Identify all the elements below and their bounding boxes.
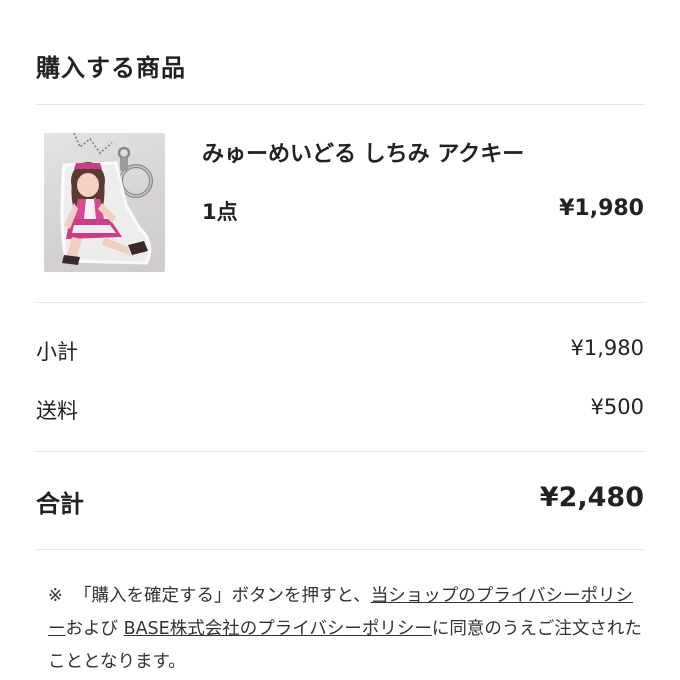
subtotal-value: ¥1,980 — [570, 336, 644, 360]
checkout-items-section: 購入する商品 みゅーめいどる しちみ アクキー 1点 ¥1,980 小計 ¥1,… — [0, 0, 680, 680]
product-quantity: 1点 — [202, 200, 238, 224]
subtotal-label: 小計 — [36, 340, 78, 364]
product-price: ¥1,980 — [559, 196, 644, 221]
privacy-notice: ※ 「購入を確定する」ボタンを押すと、当ショップのプライバシーポリシーおよび BA… — [48, 580, 648, 679]
acrylic-keychain-illustration — [60, 133, 153, 265]
notice-mark: ※ — [48, 586, 63, 606]
product-image — [44, 133, 165, 272]
notice-text-2: および — [65, 619, 124, 639]
section-title: 購入する商品 — [36, 54, 186, 82]
total-value: ¥2,480 — [539, 482, 644, 513]
base-privacy-policy-link[interactable]: BASE株式会社のプライバシーポリシー — [124, 619, 432, 639]
shipping-label: 送料 — [36, 399, 78, 423]
divider-before-notice — [36, 549, 645, 550]
divider-after-item — [36, 302, 645, 303]
total-label: 合計 — [36, 490, 84, 518]
divider-before-total — [36, 451, 645, 452]
divider-top — [36, 104, 645, 105]
product-name: みゅーめいどる しちみ アクキー — [202, 142, 525, 167]
notice-text-1: 「購入を確定する」ボタンを押すと、 — [74, 586, 371, 606]
shipping-value: ¥500 — [590, 395, 644, 419]
